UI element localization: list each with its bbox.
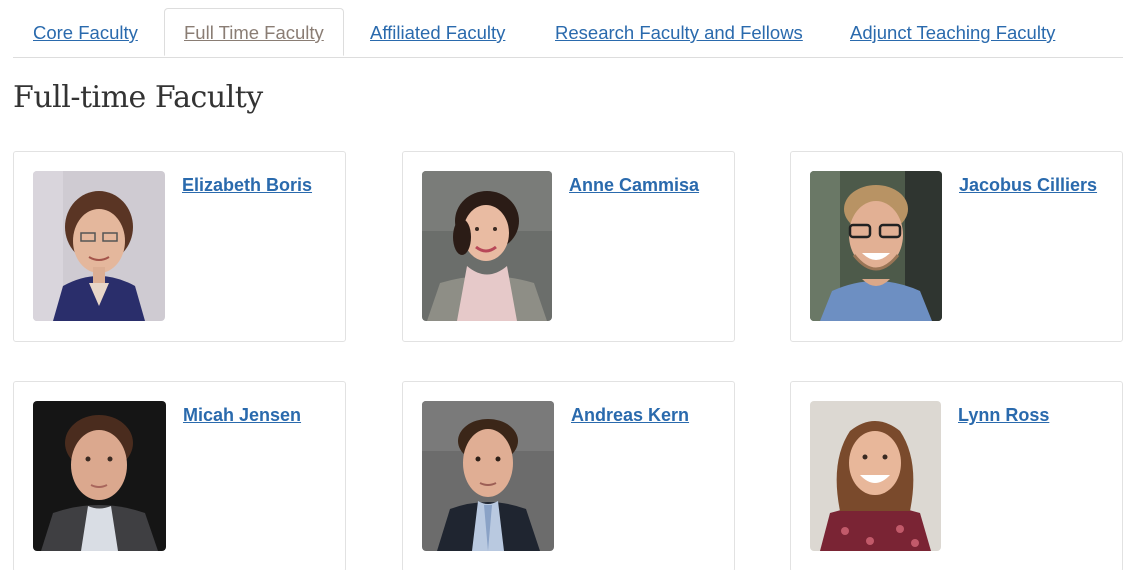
- faculty-card: Lynn Ross: [790, 381, 1123, 570]
- faculty-name-link[interactable]: Anne Cammisa: [569, 175, 699, 196]
- portrait-photo[interactable]: [810, 171, 942, 321]
- faculty-name-link[interactable]: Micah Jensen: [183, 405, 301, 426]
- portrait-photo[interactable]: [33, 171, 165, 321]
- page-title: Full-time Faculty: [13, 80, 263, 115]
- faculty-card: Andreas Kern: [402, 381, 735, 570]
- faculty-card: Anne Cammisa: [402, 151, 735, 342]
- faculty-card: Elizabeth Boris: [13, 151, 346, 342]
- tab-research-faculty-and-fellows[interactable]: Research Faculty and Fellows: [555, 8, 803, 56]
- portrait-photo[interactable]: [810, 401, 941, 551]
- faculty-card: Micah Jensen: [13, 381, 346, 570]
- tab-full-time-faculty[interactable]: Full Time Faculty: [164, 8, 344, 56]
- faculty-name-link[interactable]: Elizabeth Boris: [182, 175, 312, 196]
- tab-core-faculty[interactable]: Core Faculty: [33, 8, 138, 56]
- portrait-photo[interactable]: [422, 401, 554, 551]
- portrait-photo[interactable]: [33, 401, 166, 551]
- faculty-name-link[interactable]: Jacobus Cilliers: [959, 175, 1097, 196]
- portrait-photo[interactable]: [422, 171, 552, 321]
- faculty-name-link[interactable]: Andreas Kern: [571, 405, 689, 426]
- faculty-card: Jacobus Cilliers: [790, 151, 1123, 342]
- faculty-page: Core Faculty Full Time Faculty Affiliate…: [0, 0, 1141, 570]
- faculty-tabs: Core Faculty Full Time Faculty Affiliate…: [13, 8, 1123, 58]
- tab-affiliated-faculty[interactable]: Affiliated Faculty: [370, 8, 505, 56]
- tab-adjunct-teaching-faculty[interactable]: Adjunct Teaching Faculty: [850, 8, 1055, 56]
- faculty-name-link[interactable]: Lynn Ross: [958, 405, 1049, 426]
